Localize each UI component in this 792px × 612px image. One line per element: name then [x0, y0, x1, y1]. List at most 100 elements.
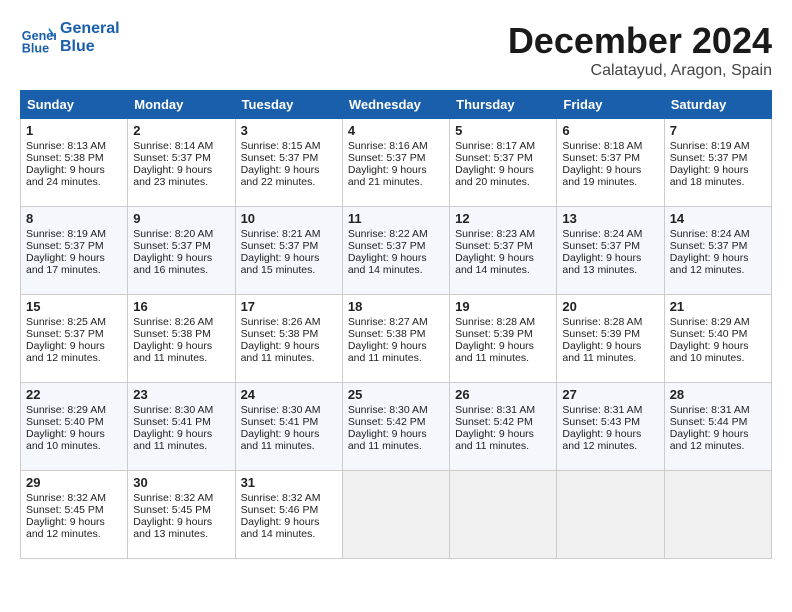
- day-number: 26: [455, 387, 551, 402]
- title-area: December 2024 Calatayud, Aragon, Spain: [508, 20, 772, 80]
- sunset-label: Sunset: 5:45 PM: [133, 504, 211, 516]
- daylight-label: Daylight: 9 hours and 11 minutes.: [455, 340, 534, 364]
- sunrise-label: Sunrise: 8:32 AM: [241, 492, 321, 504]
- daylight-label: Daylight: 9 hours and 12 minutes.: [562, 428, 641, 452]
- sunrise-label: Sunrise: 8:32 AM: [133, 492, 213, 504]
- week-row-3: 15 Sunrise: 8:25 AMSunset: 5:37 PM Dayligh…: [21, 295, 772, 383]
- day-number: 24: [241, 387, 337, 402]
- day-number: 8: [26, 211, 122, 226]
- sunset-label: Sunset: 5:41 PM: [241, 416, 319, 428]
- day-header-row: Sunday Monday Tuesday Wednesday Thursday…: [21, 91, 772, 119]
- daylight-label: Daylight: 9 hours and 23 minutes.: [133, 164, 212, 188]
- daylight-label: Daylight: 9 hours and 12 minutes.: [26, 516, 105, 540]
- sunrise-label: Sunrise: 8:28 AM: [562, 316, 642, 328]
- sunset-label: Sunset: 5:37 PM: [133, 240, 211, 252]
- day-number: 15: [26, 299, 122, 314]
- calendar-cell: [557, 471, 664, 559]
- calendar-cell: 27 Sunrise: 8:31 AMSunset: 5:43 PMDayligh…: [557, 383, 664, 471]
- sunrise-label: Sunrise: 8:14 AM: [133, 140, 213, 152]
- calendar-cell: 4Sunrise: 8:16 AMSunset: 5:37 PMDaylight…: [342, 119, 449, 207]
- sunrise-label: Sunrise: 8:13 AM: [26, 140, 106, 152]
- sunrise-label: Sunrise: 8:24 AM: [670, 228, 750, 240]
- sunrise-label: Sunrise: 8:25 AM: [26, 316, 106, 328]
- day-number: 17: [241, 299, 337, 314]
- day-number: 21: [670, 299, 766, 314]
- calendar-cell: 9 Sunrise: 8:20 AMSunset: 5:37 PMDaylight…: [128, 207, 235, 295]
- daylight-label: Daylight: 9 hours and 11 minutes.: [455, 428, 534, 452]
- calendar-cell: [342, 471, 449, 559]
- sunrise-label: Sunrise: 8:29 AM: [670, 316, 750, 328]
- calendar-cell: 18Sunrise: 8:27 AMSunset: 5:38 PMDayligh…: [342, 295, 449, 383]
- calendar-cell: 12Sunrise: 8:23 AMSunset: 5:37 PMDayligh…: [450, 207, 557, 295]
- sunset-label: Sunset: 5:38 PM: [348, 328, 426, 340]
- daylight-label: Daylight: 9 hours and 18 minutes.: [670, 164, 749, 188]
- sunset-label: Sunset: 5:38 PM: [133, 328, 211, 340]
- calendar-cell: 31Sunrise: 8:32 AMSunset: 5:46 PMDayligh…: [235, 471, 342, 559]
- calendar-cell: 2 Sunrise: 8:14 AMSunset: 5:37 PMDaylight…: [128, 119, 235, 207]
- sunrise-label: Sunrise: 8:30 AM: [348, 404, 428, 416]
- month-title: December 2024: [508, 20, 772, 62]
- header: General Blue General Blue December 2024 …: [20, 20, 772, 80]
- day-number: 30: [133, 475, 229, 490]
- daylight-label: Daylight: 9 hours and 10 minutes.: [26, 428, 105, 452]
- sunset-label: Sunset: 5:45 PM: [26, 504, 104, 516]
- day-number: 18: [348, 299, 444, 314]
- daylight-label: Daylight: 9 hours and 11 minutes.: [133, 428, 212, 452]
- calendar-cell: 15Sunrise: 8:25 AMSunset: 5:37 PMDayligh…: [21, 295, 128, 383]
- day-number: 10: [241, 211, 337, 226]
- sunrise-label: Sunrise: 8:31 AM: [455, 404, 535, 416]
- daylight-label: Daylight: 9 hours and 16 minutes.: [133, 252, 212, 276]
- calendar-cell: 17Sunrise: 8:26 AMSunset: 5:38 PMDayligh…: [235, 295, 342, 383]
- calendar-cell: 26 Sunrise: 8:31 AMSunset: 5:42 PMDayligh…: [450, 383, 557, 471]
- sunset-label: Sunset: 5:37 PM: [133, 152, 211, 164]
- daylight-label: Daylight: 9 hours and 13 minutes.: [133, 516, 212, 540]
- calendar-cell: 28Sunrise: 8:31 AMSunset: 5:44 PMDayligh…: [664, 383, 771, 471]
- svg-text:Blue: Blue: [22, 41, 49, 55]
- calendar-cell: 30 Sunrise: 8:32 AMSunset: 5:45 PMDayligh…: [128, 471, 235, 559]
- sunrise-label: Sunrise: 8:26 AM: [133, 316, 213, 328]
- daylight-label: Daylight: 9 hours and 11 minutes.: [348, 428, 427, 452]
- day-number: 19: [455, 299, 551, 314]
- calendar-cell: 3Sunrise: 8:15 AMSunset: 5:37 PMDaylight…: [235, 119, 342, 207]
- daylight-label: Daylight: 9 hours and 12 minutes.: [670, 428, 749, 452]
- calendar-cell: 14Sunrise: 8:24 AMSunset: 5:37 PMDayligh…: [664, 207, 771, 295]
- sunrise-label: Sunrise: 8:30 AM: [241, 404, 321, 416]
- sunrise-label: Sunrise: 8:32 AM: [26, 492, 106, 504]
- daylight-label: Daylight: 9 hours and 22 minutes.: [241, 164, 320, 188]
- calendar-cell: [664, 471, 771, 559]
- day-number: 29: [26, 475, 122, 490]
- sunset-label: Sunset: 5:39 PM: [455, 328, 533, 340]
- day-number: 31: [241, 475, 337, 490]
- daylight-label: Daylight: 9 hours and 11 minutes.: [241, 340, 320, 364]
- sunrise-label: Sunrise: 8:21 AM: [241, 228, 321, 240]
- day-number: 23: [133, 387, 229, 402]
- col-friday: Friday: [557, 91, 664, 119]
- sunset-label: Sunset: 5:37 PM: [26, 328, 104, 340]
- sunrise-label: Sunrise: 8:18 AM: [562, 140, 642, 152]
- sunset-label: Sunset: 5:43 PM: [562, 416, 640, 428]
- daylight-label: Daylight: 9 hours and 15 minutes.: [241, 252, 320, 276]
- sunrise-label: Sunrise: 8:17 AM: [455, 140, 535, 152]
- sunrise-label: Sunrise: 8:20 AM: [133, 228, 213, 240]
- day-number: 2: [133, 123, 229, 138]
- sunset-label: Sunset: 5:37 PM: [562, 240, 640, 252]
- day-number: 1: [26, 123, 122, 138]
- sunset-label: Sunset: 5:41 PM: [133, 416, 211, 428]
- location-title: Calatayud, Aragon, Spain: [508, 62, 772, 80]
- sunrise-label: Sunrise: 8:31 AM: [562, 404, 642, 416]
- col-sunday: Sunday: [21, 91, 128, 119]
- logo-icon: General Blue: [20, 20, 56, 56]
- daylight-label: Daylight: 9 hours and 19 minutes.: [562, 164, 641, 188]
- sunset-label: Sunset: 5:38 PM: [26, 152, 104, 164]
- day-number: 28: [670, 387, 766, 402]
- daylight-label: Daylight: 9 hours and 11 minutes.: [348, 340, 427, 364]
- day-number: 9: [133, 211, 229, 226]
- sunset-label: Sunset: 5:37 PM: [348, 240, 426, 252]
- day-number: 22: [26, 387, 122, 402]
- day-number: 27: [562, 387, 658, 402]
- daylight-label: Daylight: 9 hours and 10 minutes.: [670, 340, 749, 364]
- calendar-cell: 11Sunrise: 8:22 AMSunset: 5:37 PMDayligh…: [342, 207, 449, 295]
- sunset-label: Sunset: 5:42 PM: [455, 416, 533, 428]
- sunset-label: Sunset: 5:37 PM: [26, 240, 104, 252]
- calendar-cell: 13Sunrise: 8:24 AMSunset: 5:37 PMDayligh…: [557, 207, 664, 295]
